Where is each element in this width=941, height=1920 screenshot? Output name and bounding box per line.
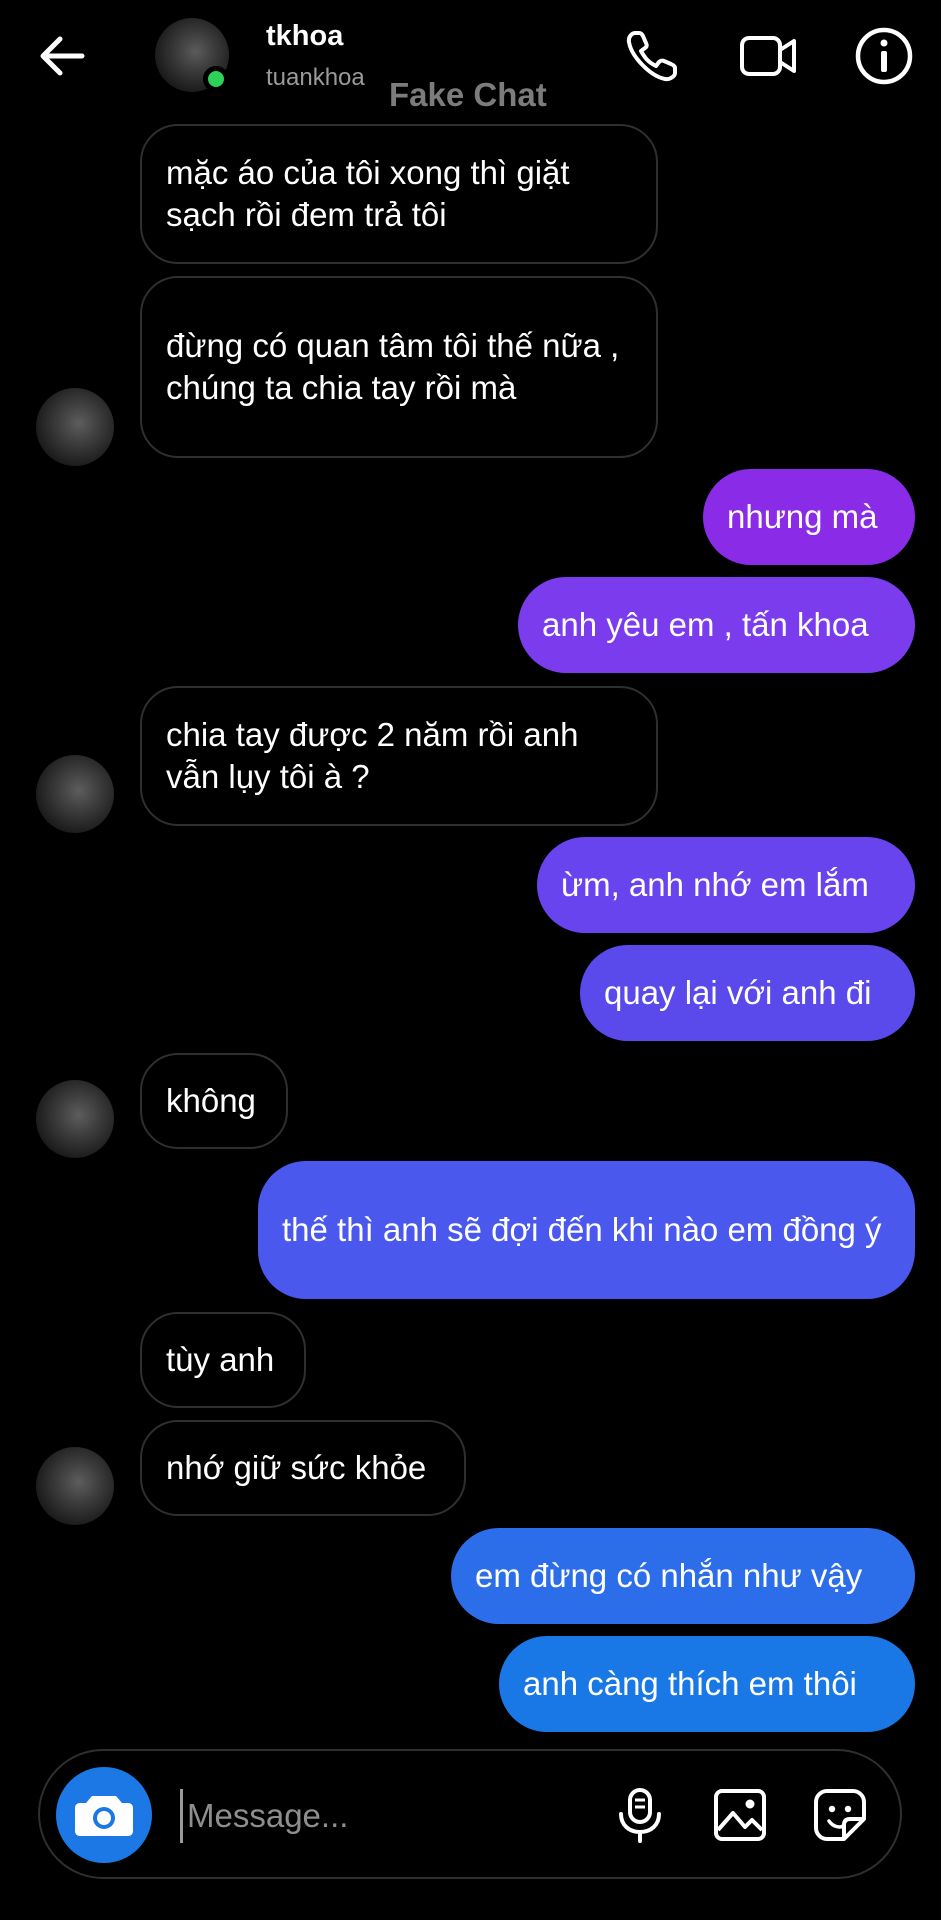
incoming-message[interactable]: tùy anh	[140, 1312, 306, 1408]
incoming-message[interactable]: đừng có quan tâm tôi thế nữa , chúng ta …	[140, 276, 658, 458]
contact-name[interactable]: tkhoa	[266, 20, 343, 53]
sticker-icon[interactable]	[810, 1785, 870, 1845]
contact-handle: tuankhoa	[266, 64, 365, 91]
online-status-dot	[203, 66, 229, 92]
outgoing-message[interactable]: nhưng mà	[703, 469, 915, 565]
microphone-icon[interactable]	[610, 1785, 670, 1845]
outgoing-message[interactable]: thế thì anh sẽ đợi đến khi nào em đồng ý	[258, 1161, 915, 1299]
incoming-message[interactable]: không	[140, 1053, 288, 1149]
contact-avatar-small[interactable]	[36, 755, 114, 833]
watermark-label: Fake Chat	[389, 76, 547, 113]
camera-button[interactable]	[56, 1767, 152, 1863]
back-arrow-icon[interactable]	[34, 28, 90, 84]
camera-icon	[75, 1796, 133, 1836]
outgoing-message[interactable]: quay lại với anh đi	[580, 945, 915, 1041]
contact-avatar-small[interactable]	[36, 388, 114, 466]
outgoing-message[interactable]: anh yêu em , tấn khoa	[518, 577, 915, 673]
outgoing-message[interactable]: em đừng có nhắn như vậy	[451, 1528, 915, 1624]
incoming-message[interactable]: mặc áo của tôi xong thì giặt sạch rồi đe…	[140, 124, 658, 264]
video-call-icon[interactable]	[736, 24, 800, 88]
incoming-message[interactable]: nhớ giữ sức khỏe	[140, 1420, 466, 1516]
info-icon[interactable]	[852, 24, 916, 88]
message-composer	[38, 1749, 902, 1879]
gallery-icon[interactable]	[710, 1785, 770, 1845]
chat-header: tkhoa tuankhoa Fake Chat	[0, 0, 941, 113]
contact-avatar-small[interactable]	[36, 1080, 114, 1158]
message-input[interactable]	[180, 1789, 629, 1843]
incoming-message[interactable]: chia tay được 2 năm rồi anh vẫn lụy tôi …	[140, 686, 658, 826]
outgoing-message[interactable]: anh càng thích em thôi	[499, 1636, 915, 1732]
outgoing-message[interactable]: ừm, anh nhớ em lắm	[537, 837, 915, 933]
contact-avatar-small[interactable]	[36, 1447, 114, 1525]
phone-call-icon[interactable]	[620, 24, 684, 88]
